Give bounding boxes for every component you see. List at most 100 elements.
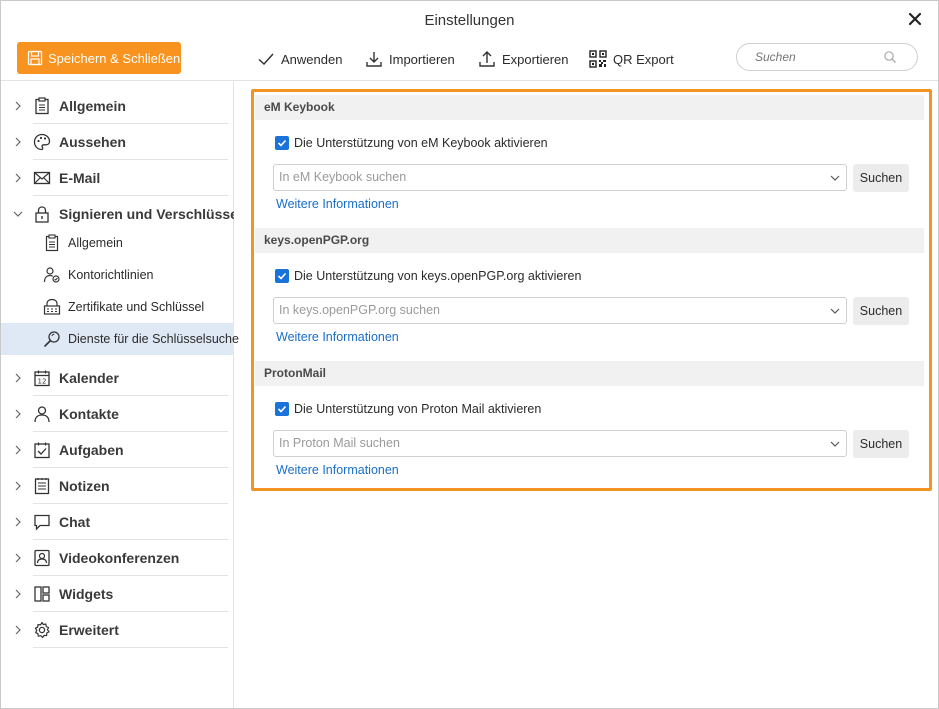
em-keybook-search-dropdown[interactable]: In eM Keybook suchen xyxy=(273,164,847,191)
settings-search-input[interactable] xyxy=(755,50,875,64)
clipboard-icon xyxy=(35,97,49,115)
import-icon xyxy=(366,52,382,67)
keys-openpgp-search-dropdown[interactable]: In keys.openPGP.org suchen xyxy=(273,297,847,324)
sidebar-item-email[interactable]: E-Mail xyxy=(1,160,234,196)
sidebar-subitem-key-search-services[interactable]: Dienste für die Schlüsselsuche xyxy=(1,323,239,355)
settings-search[interactable] xyxy=(736,43,918,71)
envelope-icon xyxy=(33,171,51,185)
section-header-keys-openpgp: keys.openPGP.org xyxy=(255,228,924,253)
sidebar-item-label: Videokonferenzen xyxy=(59,550,180,566)
sidebar-item-label: Allgemein xyxy=(59,98,126,114)
sidebar-item-label: Widgets xyxy=(59,586,114,602)
sidebar-item-label: Aufgaben xyxy=(59,442,124,458)
chevron-right-icon xyxy=(15,481,21,491)
export-icon xyxy=(479,51,495,67)
apply-button[interactable]: Anwenden xyxy=(257,49,342,69)
lock-icon xyxy=(35,206,49,223)
close-icon xyxy=(908,12,922,26)
chevron-right-icon xyxy=(15,445,21,455)
chevron-right-icon xyxy=(15,373,21,383)
export-label: Exportieren xyxy=(502,51,569,67)
task-icon xyxy=(34,442,50,459)
sidebar-item-notes[interactable]: Notizen xyxy=(1,468,234,504)
sidebar-subitem-account-policies[interactable]: Kontorichtlinien xyxy=(1,259,234,291)
em-keybook-search-button[interactable]: Suchen xyxy=(853,164,909,192)
title-bar: Einstellungen xyxy=(1,1,938,41)
save-and-close-label: Speichern & Schließen xyxy=(48,50,181,66)
clipboard-icon xyxy=(45,234,59,252)
protonmail-more-info-link[interactable]: Weitere Informationen xyxy=(276,463,399,477)
sidebar-item-general[interactable]: Allgemein xyxy=(1,88,234,124)
em-keybook-checkbox[interactable]: Die Unterstützung von eM Keybook aktivie… xyxy=(275,134,548,152)
protonmail-checkbox[interactable]: Die Unterstützung von Proton Mail aktivi… xyxy=(275,400,541,418)
keys-openpgp-checkbox[interactable]: Die Unterstützung von keys.openPGP.org a… xyxy=(275,267,581,285)
checkbox-checked[interactable] xyxy=(275,269,289,283)
chevron-right-icon xyxy=(15,137,21,147)
keys-openpgp-more-info-link[interactable]: Weitere Informationen xyxy=(276,330,399,344)
section-header-em-keybook: eM Keybook xyxy=(255,95,924,120)
chevron-right-icon xyxy=(15,517,21,527)
account-policy-icon xyxy=(43,267,60,283)
qr-code-icon xyxy=(589,50,607,68)
protonmail-search-button[interactable]: Suchen xyxy=(853,430,909,458)
chevron-right-icon xyxy=(15,589,21,599)
protonmail-search-dropdown[interactable]: In Proton Mail suchen xyxy=(273,430,847,457)
settings-content: eM Keybook Die Unterstützung von eM Keyb… xyxy=(235,82,938,708)
chevron-right-icon xyxy=(15,101,21,111)
keys-openpgp-search-button[interactable]: Suchen xyxy=(853,297,909,325)
save-and-close-button[interactable]: Speichern & Schließen xyxy=(17,42,181,74)
sidebar-subitem-label: Dienste für die Schlüsselsuche xyxy=(68,332,239,346)
sidebar-item-calendar[interactable]: 12 Kalender xyxy=(1,360,234,396)
sidebar-item-label: Kalender xyxy=(59,370,119,386)
key-search-icon xyxy=(44,331,60,347)
chevron-down-icon xyxy=(830,175,840,181)
sidebar-item-label: Notizen xyxy=(59,478,110,494)
person-icon xyxy=(34,406,50,423)
checkbox-label: Die Unterstützung von Proton Mail aktivi… xyxy=(294,402,542,416)
checkmark-icon xyxy=(258,53,274,66)
em-keybook-more-info-link[interactable]: Weitere Informationen xyxy=(276,197,399,211)
sidebar-subitem-certificates-keys[interactable]: Zertifikate und Schlüssel xyxy=(1,291,234,323)
dropdown-placeholder: In eM Keybook suchen xyxy=(279,170,407,184)
sidebar-item-chat[interactable]: Chat xyxy=(1,504,234,540)
import-button[interactable]: Importieren xyxy=(365,49,455,69)
svg-text:12: 12 xyxy=(38,377,47,385)
close-button[interactable] xyxy=(906,10,924,28)
export-button[interactable]: Exportieren xyxy=(478,49,568,69)
sidebar-item-label: Signieren und Verschlüsselung xyxy=(59,206,234,222)
chat-icon xyxy=(34,514,50,531)
checkbox-checked[interactable] xyxy=(275,402,289,416)
video-icon xyxy=(34,549,50,567)
certificate-lock-icon xyxy=(43,298,61,315)
sidebar-item-appearance[interactable]: Aussehen xyxy=(1,124,234,160)
chevron-right-icon xyxy=(15,173,21,183)
search-icon[interactable] xyxy=(883,50,897,64)
sidebar-item-contacts[interactable]: Kontakte xyxy=(1,396,234,432)
sidebar-item-widgets[interactable]: Widgets xyxy=(1,576,234,612)
floppy-disk-icon xyxy=(27,50,43,66)
sidebar-item-advanced[interactable]: Erweitert xyxy=(1,612,234,648)
checkbox-label: Die Unterstützung von keys.openPGP.org a… xyxy=(294,269,582,283)
qr-export-button[interactable]: QR Export xyxy=(589,49,674,69)
sidebar-subitem-label: Kontorichtlinien xyxy=(68,268,154,282)
qr-export-label: QR Export xyxy=(613,51,674,67)
toolbar: Speichern & Schließen Anwenden Importier… xyxy=(1,41,938,81)
sidebar-subitem-general[interactable]: Allgemein xyxy=(1,227,234,259)
sidebar-item-video-conferences[interactable]: Videokonferenzen xyxy=(1,540,234,576)
palette-icon xyxy=(33,133,51,151)
checkbox-checked[interactable] xyxy=(275,136,289,150)
sidebar-item-label: Chat xyxy=(59,514,91,530)
dropdown-placeholder: In Proton Mail suchen xyxy=(279,436,400,450)
sidebar-item-tasks[interactable]: Aufgaben xyxy=(1,432,234,468)
section-header-protonmail: ProtonMail xyxy=(255,361,924,386)
apply-label: Anwenden xyxy=(281,51,343,67)
sidebar-item-label: Erweitert xyxy=(59,622,119,638)
checkmark-icon xyxy=(277,405,287,413)
sidebar-item-label: E-Mail xyxy=(59,170,101,186)
window-title: Einstellungen xyxy=(424,12,515,29)
widgets-icon xyxy=(34,586,50,602)
calendar-icon: 12 xyxy=(34,370,50,387)
sidebar-subitem-label: Allgemein xyxy=(68,236,123,250)
chevron-right-icon xyxy=(15,625,21,635)
divider xyxy=(33,647,228,648)
